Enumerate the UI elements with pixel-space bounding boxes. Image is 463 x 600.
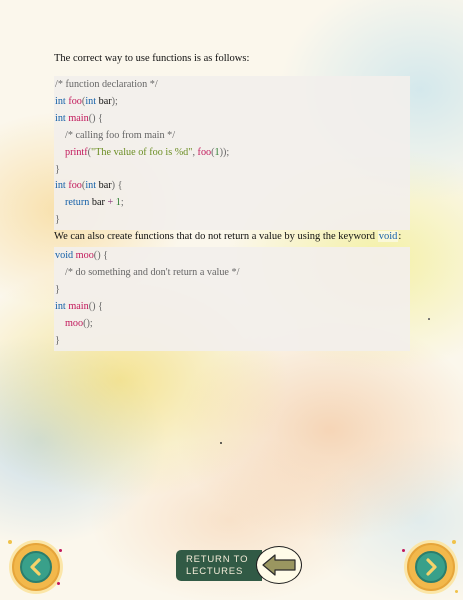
code-line: /* do something and don't return a value… <box>54 265 410 282</box>
next-button[interactable] <box>407 543 455 591</box>
decorative-dot <box>220 442 222 444</box>
decorative-dot <box>59 549 62 552</box>
code-punct: } <box>55 283 60 295</box>
code-punct: (); <box>83 317 93 329</box>
description-text: We can also create functions that do not… <box>54 231 376 243</box>
intro-text: The correct way to use functions is as f… <box>54 53 250 64</box>
code-function: foo <box>68 95 82 107</box>
decorative-dot <box>57 582 60 585</box>
code-keyword: int <box>85 180 97 192</box>
code-line: void moo() { <box>54 248 410 265</box>
code-comment: /* do something and don't return a value… <box>65 267 240 279</box>
code-line: } <box>54 333 410 350</box>
chevron-left-icon <box>30 558 41 576</box>
code-line: /* function declaration */ <box>54 77 410 94</box>
code-keyword: int <box>55 95 66 107</box>
decorative-dot <box>428 318 430 320</box>
code-function: main <box>68 112 89 124</box>
lesson-content: The correct way to use functions is as f… <box>54 52 410 351</box>
return-label: RETURN TO LECTURES <box>176 550 262 581</box>
code-function: foo <box>68 180 82 192</box>
code-keyword: int <box>85 95 97 107</box>
decorative-dot <box>402 549 405 552</box>
code-function: moo <box>75 250 94 262</box>
code-identifier: bar <box>89 197 108 209</box>
code-function: moo <box>65 317 84 329</box>
return-label-line1: RETURN TO <box>186 554 249 565</box>
code-line: int main() { <box>54 299 410 316</box>
code-punct: () { <box>88 300 103 312</box>
void-description: We can also create functions that do not… <box>54 230 410 244</box>
code-punct: } <box>55 163 60 175</box>
code-punct: () { <box>93 250 109 262</box>
code-line: int main() { <box>54 111 410 128</box>
code-line: int foo(int bar) { <box>54 178 410 195</box>
code-punct: ; <box>120 197 124 209</box>
code-identifier: bar <box>96 180 112 192</box>
code-line: /* calling foo from main */ <box>54 128 410 145</box>
code-line: return bar + 1; <box>54 195 410 212</box>
code-line: } <box>54 212 410 229</box>
code-line: printf("The value of foo is %d", foo(1))… <box>54 145 410 162</box>
decorative-dot <box>8 540 12 544</box>
code-block-2: void moo() { /* do something and don't r… <box>54 247 410 351</box>
code-comment: /* function declaration */ <box>55 79 158 90</box>
code-number: 1 <box>113 197 121 209</box>
code-punct: )); <box>219 146 230 158</box>
inline-keyword: void <box>377 231 399 243</box>
code-line: } <box>54 162 410 179</box>
code-keyword: int <box>55 180 66 192</box>
code-line: moo(); <box>54 316 410 333</box>
code-function: printf <box>65 146 88 158</box>
code-punct: } <box>55 214 60 226</box>
code-block-1: /* function declaration */ int foo(int b… <box>54 76 410 231</box>
code-function: main <box>68 300 89 312</box>
previous-button[interactable] <box>12 543 60 591</box>
return-to-lectures-button[interactable]: RETURN TO LECTURES <box>176 546 304 586</box>
return-label-line2: LECTURES <box>186 566 244 577</box>
description-colon: : <box>398 231 402 243</box>
code-punct: } <box>55 334 60 346</box>
code-line: } <box>54 282 410 299</box>
code-identifier: bar <box>96 95 112 107</box>
code-punct: ) { <box>111 180 123 192</box>
code-string: "The value of foo is %d" <box>91 146 193 158</box>
decorative-dot <box>452 540 456 544</box>
code-keyword: void <box>55 250 74 262</box>
code-function: foo <box>197 146 212 158</box>
code-punct: () { <box>88 112 103 124</box>
chevron-right-icon <box>426 558 437 576</box>
code-keyword: int <box>55 112 66 124</box>
code-punct: ); <box>111 95 118 107</box>
arrow-left-icon <box>262 554 296 576</box>
decorative-dot <box>455 590 458 593</box>
code-comment: /* calling foo from main */ <box>65 129 176 141</box>
code-keyword: int <box>55 300 66 312</box>
code-line: int foo(int bar); <box>54 94 410 111</box>
code-keyword: return <box>65 197 90 209</box>
return-arrow-circle <box>256 546 302 584</box>
